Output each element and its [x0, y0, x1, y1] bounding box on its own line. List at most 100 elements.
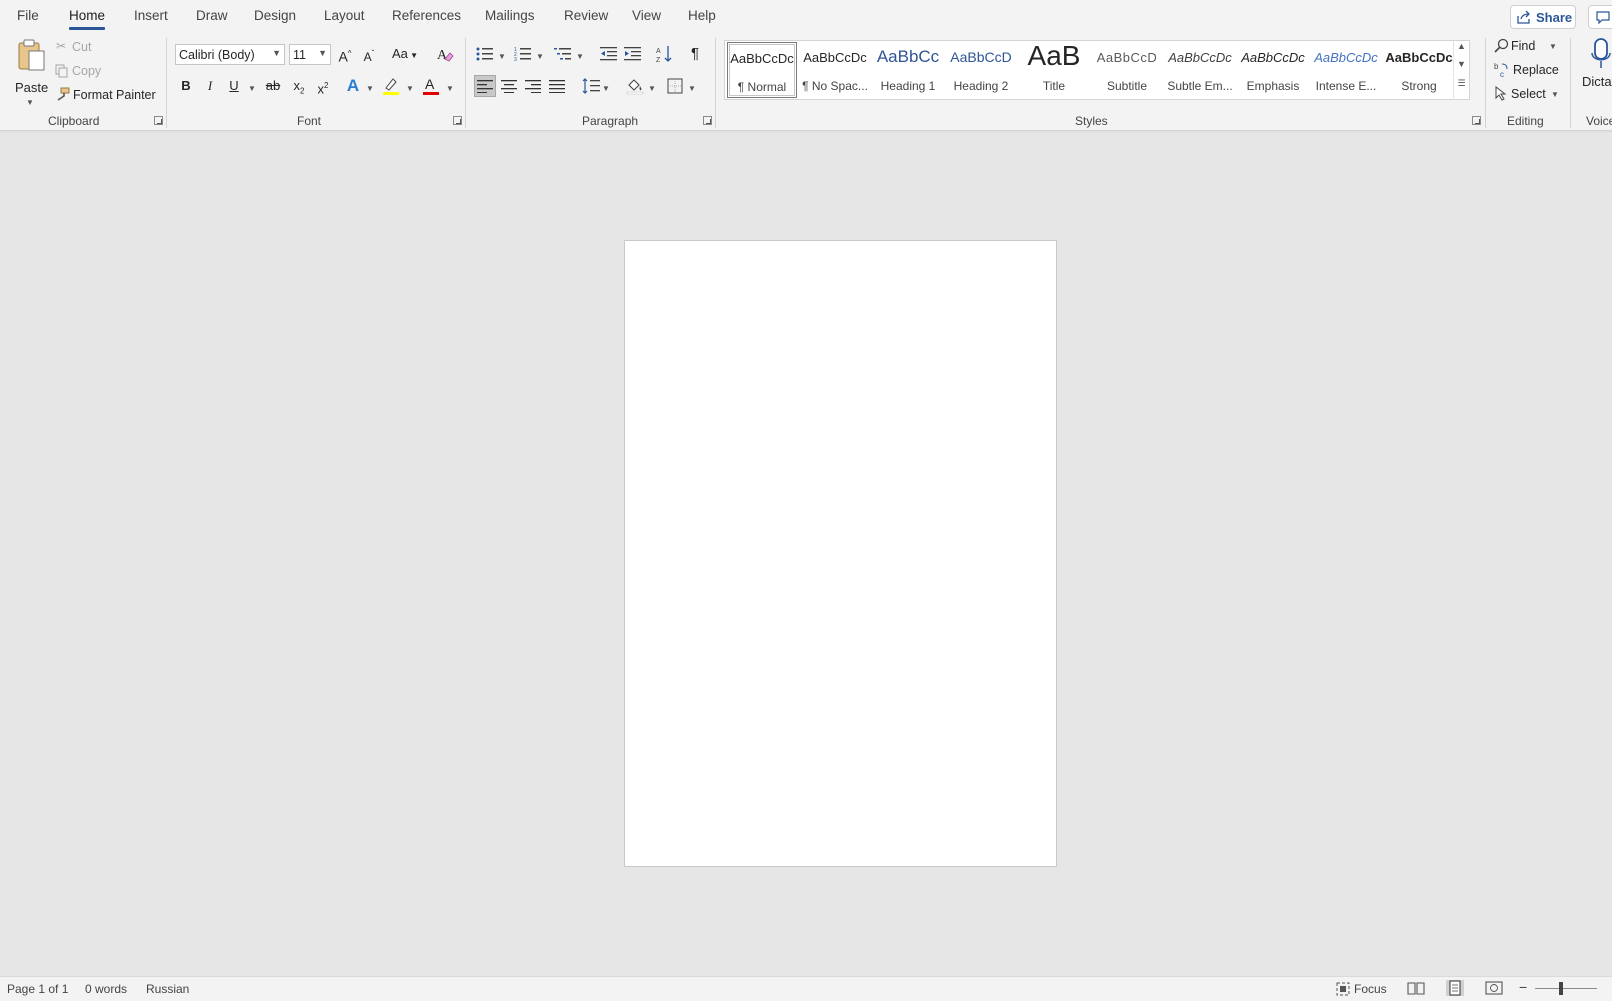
multilevel-list-button[interactable]	[552, 43, 574, 65]
styles-more-button[interactable]: ☰	[1453, 78, 1469, 100]
line-spacing-button[interactable]	[580, 75, 602, 97]
zoom-slider-thumb[interactable]	[1559, 982, 1563, 995]
chevron-down-icon: ▼	[318, 48, 327, 58]
page-count[interactable]: Page 1 of 1	[7, 982, 68, 996]
style-heading-1[interactable]: AaBbCc Heading 1	[873, 42, 943, 98]
clipboard-group-label: Clipboard	[48, 114, 100, 128]
style-title[interactable]: AaB Title	[1019, 40, 1089, 98]
tab-references[interactable]: References	[392, 8, 461, 23]
tab-help[interactable]: Help	[688, 8, 716, 23]
sort-button[interactable]: AZ	[654, 43, 676, 65]
style-intense-emphasis[interactable]: AaBbCcDc Intense E...	[1311, 42, 1381, 98]
paragraph-dialog-launcher[interactable]	[703, 116, 712, 125]
style-subtle-emphasis[interactable]: AaBbCcDc Subtle Em...	[1165, 42, 1235, 98]
tab-review[interactable]: Review	[564, 8, 608, 23]
share-button[interactable]: Share	[1510, 5, 1576, 29]
tab-home[interactable]: Home	[69, 8, 106, 30]
styles-gallery: AaBbCcDc ¶ Normal AaBbCcDc ¶ No Spac... …	[724, 40, 1470, 100]
group-divider	[166, 38, 167, 128]
highlight-dropdown-icon[interactable]: ▼	[406, 84, 414, 93]
tab-file[interactable]: File	[17, 8, 39, 23]
underline-dropdown-icon[interactable]: ▼	[248, 84, 256, 93]
cut-button[interactable]: ✂ Cut	[55, 38, 115, 58]
zoom-slider-track[interactable]	[1535, 988, 1597, 989]
numbering-dropdown-icon[interactable]: ▼	[536, 52, 544, 61]
style-no-spacing[interactable]: AaBbCcDc ¶ No Spac...	[800, 42, 870, 98]
highlight-button[interactable]	[380, 75, 402, 97]
font-color-dropdown-icon[interactable]: ▼	[446, 84, 454, 93]
clipboard-dialog-launcher[interactable]	[154, 116, 163, 125]
grow-font-button[interactable]: A^	[334, 43, 356, 65]
underline-button[interactable]: U	[223, 75, 245, 97]
style-emphasis[interactable]: AaBbCcDc Emphasis	[1238, 42, 1308, 98]
copy-label: Copy	[72, 64, 102, 78]
language-indicator[interactable]: Russian	[146, 982, 189, 996]
superscript-button[interactable]: x2	[312, 75, 334, 97]
style-subtitle[interactable]: AaBbCcD Subtitle	[1092, 42, 1162, 98]
select-button[interactable]: Select ▼	[1494, 84, 1564, 104]
change-case-icon: Aa	[391, 46, 408, 61]
font-size-combo[interactable]: 11 ▼	[289, 44, 331, 65]
find-button[interactable]: Find ▼	[1494, 36, 1564, 56]
italic-button[interactable]: I	[199, 75, 221, 97]
align-center-button[interactable]	[498, 75, 520, 97]
tab-mailings[interactable]: Mailings	[485, 8, 535, 23]
tab-layout[interactable]: Layout	[324, 8, 365, 23]
tab-insert[interactable]: Insert	[134, 8, 168, 23]
font-color-button[interactable]: A	[420, 75, 442, 97]
style-normal[interactable]: AaBbCcDc ¶ Normal	[727, 42, 797, 98]
strikethrough-button[interactable]: ab	[262, 75, 284, 97]
text-effects-button[interactable]: A	[342, 75, 364, 97]
bold-button[interactable]: B	[175, 75, 197, 97]
tab-design[interactable]: Design	[254, 8, 296, 23]
group-divider	[715, 38, 716, 128]
zoom-out-button[interactable]: −	[1519, 979, 1527, 995]
text-effects-dropdown-icon[interactable]: ▼	[366, 84, 374, 93]
numbering-button[interactable]: 1 2 3	[512, 43, 534, 65]
paste-dropdown-icon[interactable]: ▼	[26, 98, 34, 107]
decrease-indent-button[interactable]	[598, 43, 620, 65]
shrink-font-button[interactable]: Aˇ	[358, 43, 380, 65]
styles-scroll-up[interactable]: ▲	[1453, 40, 1469, 58]
comments-button[interactable]	[1588, 5, 1612, 29]
font-dialog-launcher[interactable]	[453, 116, 462, 125]
bullets-dropdown-icon[interactable]: ▼	[498, 52, 506, 61]
line-spacing-dropdown-icon[interactable]: ▼	[602, 84, 610, 93]
tab-draw[interactable]: Draw	[196, 8, 228, 23]
replace-button[interactable]: b c Replace	[1494, 60, 1564, 80]
svg-text:A: A	[656, 48, 661, 55]
styles-dialog-launcher[interactable]	[1472, 116, 1481, 125]
document-page[interactable]	[624, 240, 1057, 867]
align-left-button[interactable]	[474, 75, 496, 97]
dictate-button[interactable]: Dictat	[1578, 36, 1612, 96]
style-sample: AaBbCcD	[950, 49, 1012, 65]
show-formatting-marks-button[interactable]: ¶	[684, 43, 706, 65]
borders-dropdown-icon[interactable]: ▼	[688, 84, 696, 93]
style-sample: AaBbCcDc	[1241, 50, 1305, 65]
justify-button[interactable]	[546, 75, 568, 97]
format-painter-button[interactable]: Format Painter	[55, 86, 156, 106]
copy-button[interactable]: Copy	[55, 62, 115, 82]
microphone-icon	[1591, 38, 1611, 68]
print-layout-icon[interactable]	[1446, 980, 1464, 996]
align-right-button[interactable]	[522, 75, 544, 97]
word-count[interactable]: 0 words	[85, 982, 127, 996]
web-layout-icon[interactable]	[1485, 980, 1503, 996]
paste-button[interactable]: Paste ▼	[12, 38, 48, 108]
bullets-button[interactable]	[474, 43, 496, 65]
styles-scroll-down[interactable]: ▼	[1453, 59, 1469, 77]
shading-button[interactable]	[624, 75, 646, 97]
style-heading-2[interactable]: AaBbCcD Heading 2	[946, 42, 1016, 98]
font-name-combo[interactable]: Calibri (Body) ▼	[175, 44, 285, 65]
style-strong[interactable]: AaBbCcDc Strong	[1384, 42, 1454, 98]
shading-dropdown-icon[interactable]: ▼	[648, 84, 656, 93]
change-case-button[interactable]: Aa ▼	[390, 43, 420, 65]
read-mode-icon[interactable]	[1407, 980, 1425, 996]
increase-indent-button[interactable]	[622, 43, 644, 65]
subscript-button[interactable]: x2	[288, 75, 310, 97]
focus-button[interactable]: Focus	[1336, 979, 1392, 999]
tab-view[interactable]: View	[632, 8, 661, 23]
multilevel-dropdown-icon[interactable]: ▼	[576, 52, 584, 61]
borders-button[interactable]	[664, 75, 686, 97]
clear-formatting-button[interactable]: A	[434, 43, 456, 65]
